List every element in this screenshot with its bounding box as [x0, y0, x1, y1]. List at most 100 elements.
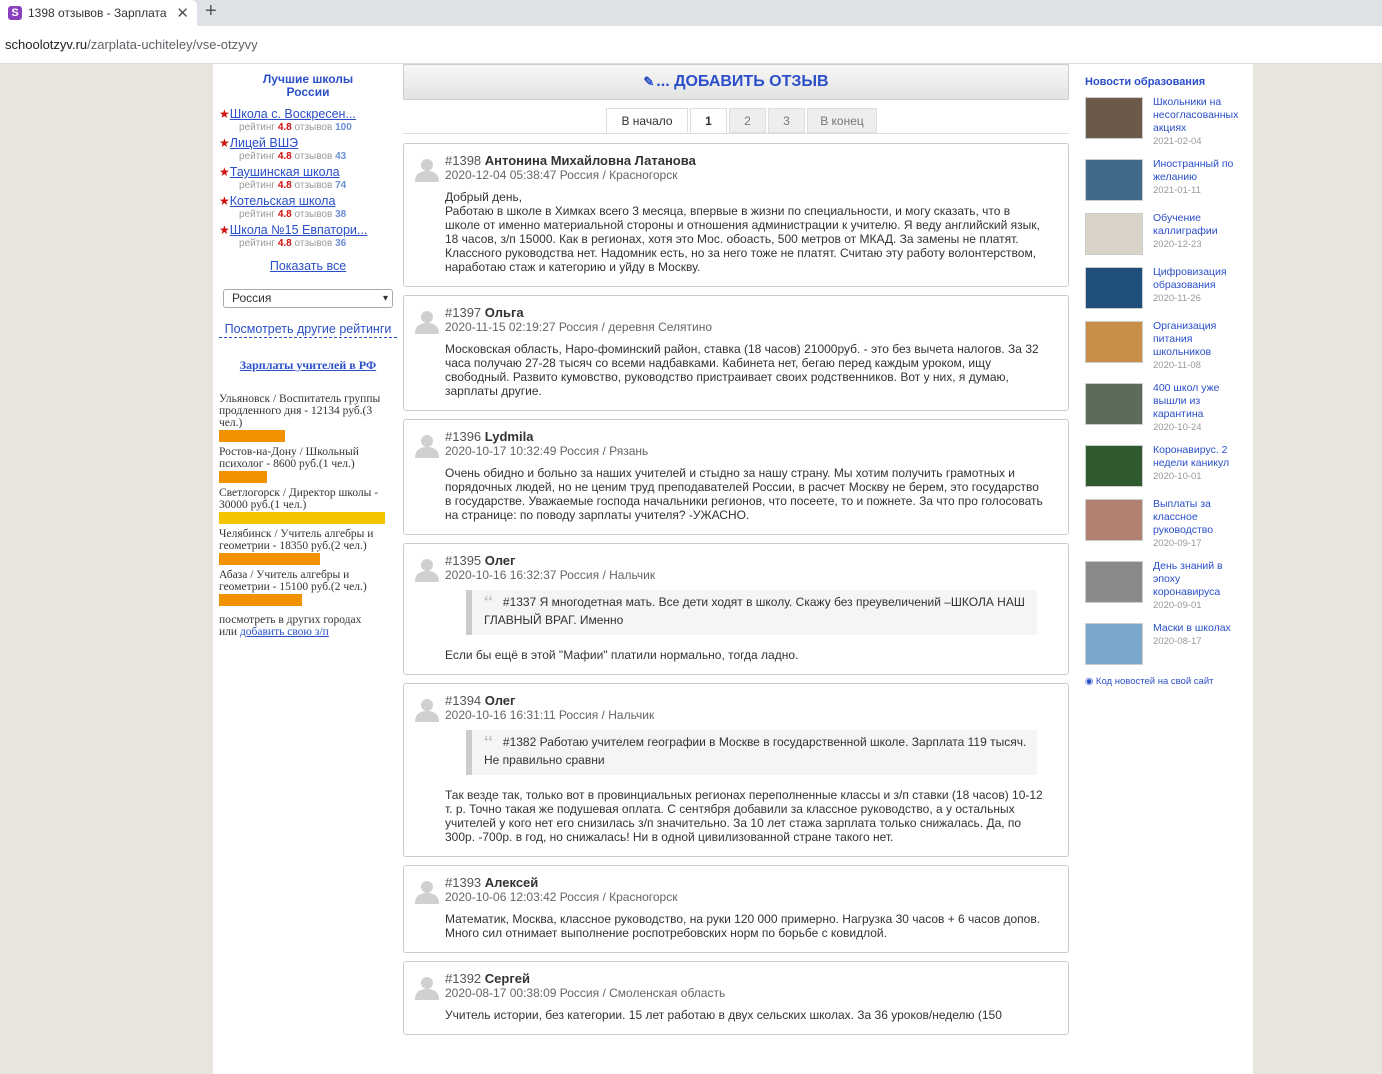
news-item[interactable]: Выплаты за классное руководство 2020-09-1… — [1085, 498, 1245, 550]
pager-page-3[interactable]: 3 — [768, 108, 805, 133]
review-card: #1398 Антонина Михайловна Латанова 2020-1… — [403, 143, 1069, 287]
salary-title-link[interactable]: Зарплаты учителей в РФ — [219, 358, 397, 373]
news-title-link[interactable]: Иностранный по желанию — [1153, 158, 1245, 184]
quote-text: #1382 Работаю учителем географии в Москв… — [484, 735, 1027, 767]
review-text: Добрый день, Работаю в школе в Химках вс… — [445, 190, 1040, 274]
news-item[interactable]: Коронавирус. 2 недели каникул 2020-10-01 — [1085, 444, 1245, 488]
news-item[interactable]: Обучение каллиграфии 2020-12-23 — [1085, 212, 1245, 256]
news-thumbnail[interactable] — [1085, 159, 1143, 201]
news-thumbnail[interactable] — [1085, 445, 1143, 487]
school-link[interactable]: Лицей ВШЭ — [230, 136, 298, 150]
news-title-link[interactable]: Обучение каллиграфии — [1153, 212, 1245, 238]
news-title-link[interactable]: Коронавирус. 2 недели каникул — [1153, 444, 1245, 470]
other-ratings-link[interactable]: Посмотреть другие рейтинги — [219, 322, 397, 338]
salary-text: Ульяновск / Воспитатель группы продленно… — [219, 393, 381, 429]
school-link[interactable]: Школа №15 Евпатори... — [230, 223, 368, 237]
salary-bar — [219, 430, 286, 442]
news-title-link[interactable]: Выплаты за классное руководство — [1153, 498, 1245, 537]
review-card: #1396 Lydmila 2020-10-17 10:32:49 Россия … — [403, 419, 1069, 535]
browser-tabbar: S 1398 отзывов - Зарплата у ✕ + — [0, 0, 1382, 26]
news-body: Организация питания школьников 2020-11-08 — [1153, 320, 1245, 372]
pager-page-1[interactable]: 1 — [690, 108, 727, 133]
url-path: /zarplata-uchiteley/vse-otzyvy — [87, 37, 258, 52]
news-title[interactable]: Новости образования — [1085, 76, 1245, 88]
salary-list: Ульяновск / Воспитатель группы продленно… — [219, 393, 397, 606]
news-thumbnail[interactable] — [1085, 623, 1143, 665]
add-review-button[interactable]: ✎... ДОБАВИТЬ ОТЗЫВ — [403, 64, 1069, 100]
review-meta: 2020-11-15 02:19:27 Россия / деревня Сел… — [445, 320, 713, 334]
review-header: #1396 Lydmila — [445, 430, 1058, 444]
url-domain: schoolotzyv.ru — [5, 37, 88, 52]
show-all-link[interactable]: Показать все — [219, 259, 397, 273]
school-item: ★Школа №15 Евпатори... рейтинг 4.8 отзыво… — [219, 223, 397, 250]
news-title-link[interactable]: Школьники на несогласованных акциях — [1153, 96, 1245, 135]
review-author: Ольга — [484, 305, 524, 320]
news-item[interactable]: Иностранный по желанию 2021-01-11 — [1085, 158, 1245, 202]
avatar-icon — [414, 878, 440, 904]
review-author: Антонина Михайловна Латанова — [484, 153, 696, 168]
news-item[interactable]: Школьники на несогласованных акциях 2021-… — [1085, 96, 1245, 148]
url-text[interactable]: schoolotzyv.ru/zarplata-uchiteley/vse-ot… — [5, 37, 258, 52]
best-schools-title: Лучшие школы России — [219, 73, 397, 99]
news-thumbnail[interactable] — [1085, 561, 1143, 603]
news-title-link[interactable]: Организация питания школьников — [1153, 320, 1245, 359]
school-name-row: ★Котельская школа — [219, 194, 397, 208]
news-thumbnail[interactable] — [1085, 321, 1143, 363]
news-title-link[interactable]: 400 школ уже вышли из карантина — [1153, 382, 1245, 421]
news-item[interactable]: День знаний в эпоху коронавируса 2020-09-… — [1085, 560, 1245, 612]
pager-first-button[interactable]: В начало — [606, 108, 688, 133]
main-content: ✎... ДОБАВИТЬ ОТЗЫВ В начало 1 2 3 В кон… — [403, 64, 1069, 1035]
news-item[interactable]: Маски в школах 2020-08-17 — [1085, 622, 1245, 666]
news-thumbnail[interactable] — [1085, 499, 1143, 541]
chevron-down-icon: ▾ — [382, 293, 388, 304]
news-date: 2020-08-17 — [1153, 636, 1202, 647]
avatar-icon — [414, 696, 440, 722]
review-card: #1392 Сергей 2020-08-17 00:38:09 Россия /… — [403, 961, 1069, 1035]
address-bar[interactable]: schoolotzyv.ru/zarplata-uchiteley/vse-ot… — [0, 26, 1382, 64]
review-meta: 2020-10-06 12:03:42 Россия / Красногорск — [445, 890, 678, 904]
news-item[interactable]: Цифровизация образования 2020-11-26 — [1085, 266, 1245, 310]
browser-tab[interactable]: S 1398 отзывов - Зарплата у ✕ — [0, 0, 197, 26]
avatar-icon — [414, 556, 440, 582]
pager-page-2[interactable]: 2 — [729, 108, 766, 133]
review-number: #1397 — [445, 305, 482, 320]
school-meta: рейтинг 4.8 отзывов 100 — [219, 121, 397, 134]
reviews-count: 38 — [335, 209, 347, 220]
school-link[interactable]: Таушинская школа — [230, 165, 340, 179]
tab-close-icon[interactable]: ✕ — [176, 4, 189, 22]
news-thumbnail[interactable] — [1085, 267, 1143, 309]
news-code-link[interactable]: ◉ Код новостей на свой сайт — [1085, 676, 1245, 687]
news-thumbnail[interactable] — [1085, 97, 1143, 139]
news-item[interactable]: Организация питания школьников 2020-11-08 — [1085, 320, 1245, 372]
school-link[interactable]: Котельская школа — [230, 194, 336, 208]
news-thumbnail[interactable] — [1085, 213, 1143, 255]
reviews-count: 43 — [335, 151, 347, 162]
review-card: #1394 Олег 2020-10-16 16:31:11 Россия / Н… — [403, 683, 1069, 857]
news-item[interactable]: 400 школ уже вышли из карантина 2020-10-2… — [1085, 382, 1245, 434]
review-text: Так везде так, только вот в провинциальн… — [445, 788, 1043, 844]
news-date: 2020-09-01 — [1153, 600, 1202, 611]
news-title-link[interactable]: Маски в школах — [1153, 622, 1231, 635]
reviews-count: 36 — [335, 238, 347, 249]
rating-label: рейтинг — [239, 122, 276, 133]
school-name-row: ★Лицей ВШЭ — [219, 136, 397, 150]
news-title-link[interactable]: Цифровизация образования — [1153, 266, 1245, 292]
right-sidebar: Новости образования Школьники на несогла… — [1085, 64, 1245, 687]
school-meta: рейтинг 4.8 отзывов 43 — [219, 150, 397, 163]
star-icon: ★ — [219, 223, 230, 237]
review-quote: “#1337 Я многодетная мать. Все дети ходя… — [466, 590, 1037, 635]
reviews-label: отзывов — [294, 209, 333, 220]
region-select[interactable]: Россия ▾ — [223, 289, 393, 308]
star-icon: ★ — [219, 165, 230, 179]
school-list: ★Школа с. Воскресен... рейтинг 4.8 отзыво… — [219, 107, 397, 250]
news-date: 2020-12-23 — [1153, 239, 1202, 250]
pager-last-button[interactable]: В конец — [807, 108, 877, 133]
news-thumbnail[interactable] — [1085, 383, 1143, 425]
school-link[interactable]: Школа с. Воскресен... — [230, 107, 356, 121]
news-body: Обучение каллиграфии 2020-12-23 — [1153, 212, 1245, 256]
add-salary-link[interactable]: добавить свою з/п — [240, 626, 329, 638]
school-name-row: ★Таушинская школа — [219, 165, 397, 179]
new-tab-icon[interactable]: + — [205, 0, 217, 23]
news-title-link[interactable]: День знаний в эпоху коронавируса — [1153, 560, 1245, 599]
review-card: #1395 Олег 2020-10-16 16:32:37 Россия / Н… — [403, 543, 1069, 675]
